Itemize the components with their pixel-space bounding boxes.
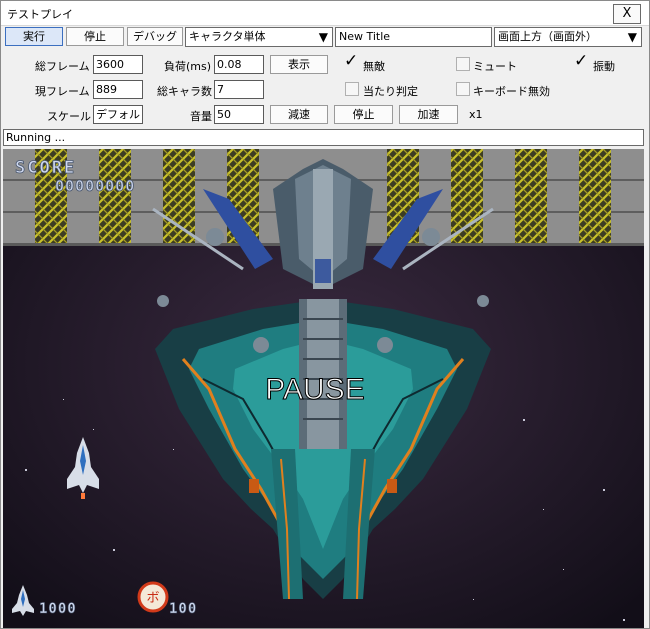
position-select-value: 画面上方（画面外） [498, 30, 597, 43]
score-label: SCORE [15, 158, 76, 178]
total-frames-field[interactable]: 3600 [93, 55, 143, 74]
scale-field[interactable]: デフォルト [93, 105, 143, 124]
toolbar: 実行 停止 デバッグ キャラクタ単体 ▼ New Title 画面上方（画面外）… [1, 26, 649, 48]
speed-readout: x1 [469, 108, 483, 121]
debug-button[interactable]: デバッグ [127, 27, 183, 46]
volume-field[interactable]: 50 [214, 105, 264, 124]
invincible-checkbox[interactable]: ✓ [344, 51, 359, 71]
status-bar: Running ... [3, 129, 644, 146]
load-field: 0.08 [214, 55, 264, 74]
chevron-down-icon: ▼ [318, 30, 328, 44]
checkmark-icon: ✓ [574, 51, 589, 71]
hit-check-label: 当たり判定 [363, 85, 418, 98]
title-bar: テストプレイ X [1, 1, 649, 26]
bomb-glyph: ボ [146, 591, 159, 606]
char-count-label: 総キャラ数 [157, 85, 212, 98]
scale-label: スケール [47, 110, 91, 123]
speed-up-button[interactable]: 加速 [399, 105, 458, 124]
hit-check-checkbox[interactable] [345, 82, 359, 96]
invincible-label: 無敵 [363, 60, 385, 73]
char-count-field: 7 [214, 80, 264, 99]
mute-checkbox[interactable] [456, 57, 470, 71]
pause-button[interactable]: 停止 [334, 105, 393, 124]
show-button[interactable]: 表示 [270, 55, 328, 74]
vibration-checkbox[interactable]: ✓ [574, 51, 589, 71]
lives-value: 1000 [39, 601, 77, 617]
score-value: 00000000 [55, 177, 135, 195]
keyboard-off-checkbox[interactable] [456, 82, 470, 96]
pause-text: PAUSE [265, 373, 364, 406]
test-play-window: テストプレイ X 実行 停止 デバッグ キャラクタ単体 ▼ New Title … [0, 0, 650, 629]
current-frame-label: 現フレーム [35, 85, 90, 98]
keyboard-off-label: キーボード無効 [473, 85, 550, 98]
vibration-label: 振動 [593, 60, 615, 73]
character-select[interactable]: キャラクタ単体 ▼ [185, 27, 333, 47]
volume-label: 音量 [190, 110, 212, 123]
slow-down-button[interactable]: 減速 [270, 105, 328, 124]
checkmark-icon: ✓ [344, 51, 359, 71]
load-label: 負荷(ms) [164, 60, 212, 73]
character-select-value: キャラクタ単体 [189, 30, 266, 43]
stop-button[interactable]: 停止 [66, 27, 124, 46]
close-button[interactable]: X [613, 4, 641, 24]
bombs-value: 100 [169, 601, 197, 617]
title-input[interactable]: New Title [335, 27, 492, 47]
position-select[interactable]: 画面上方（画面外） ▼ [494, 27, 642, 47]
game-viewport[interactable]: PAUSE SCORE 00000000 1000 ボ 100 [3, 149, 644, 628]
current-frame-field: 889 [93, 80, 143, 99]
game-scene: PAUSE SCORE 00000000 1000 ボ 100 [3, 149, 644, 628]
bomb-icon: ボ [137, 581, 169, 613]
window-title: テストプレイ [7, 8, 73, 21]
total-frames-label: 総フレーム [35, 60, 90, 73]
mute-label: ミュート [473, 60, 517, 73]
chevron-down-icon: ▼ [627, 30, 637, 44]
run-button[interactable]: 実行 [5, 27, 63, 46]
